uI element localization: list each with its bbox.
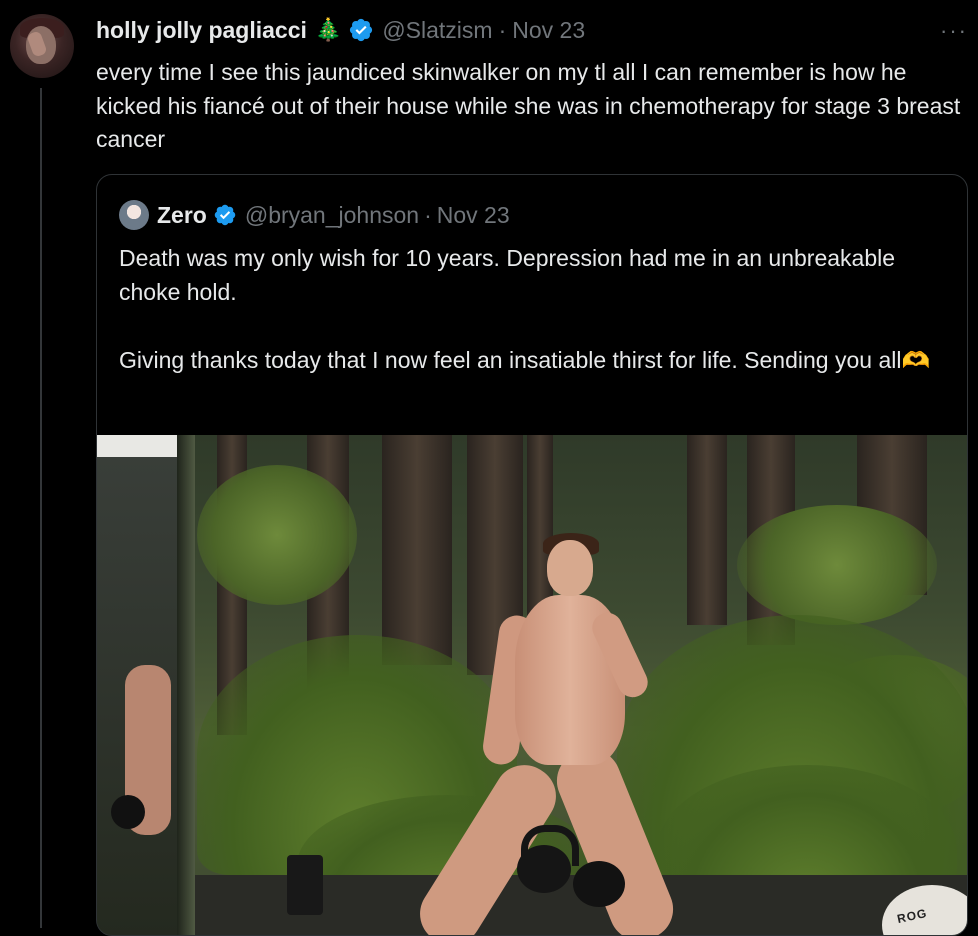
mirror-kettlebell <box>111 795 145 829</box>
quoted-tweet[interactable]: Zero @bryan_johnson · Nov 23 Death was m… <box>96 174 968 936</box>
separator-dot: · <box>498 16 507 43</box>
quoted-tweet-text: Death was my only wish for 10 years. Dep… <box>119 245 931 373</box>
author-handle[interactable]: @Slatzism <box>382 17 492 44</box>
tweet-article[interactable]: holly jolly pagliacci 🎄 @Slatzism · Nov … <box>0 0 978 936</box>
quoted-author-avatar[interactable] <box>119 200 149 230</box>
thread-line <box>40 88 42 928</box>
tree-trunk <box>687 435 727 625</box>
quoted-tweet-header: Zero @bryan_johnson · Nov 23 <box>119 199 510 231</box>
separator-dot: · <box>424 201 432 228</box>
moss <box>737 505 937 625</box>
ceiling <box>97 435 179 457</box>
tweet-header: holly jolly pagliacci 🎄 @Slatzism · Nov … <box>96 15 585 45</box>
tweet-text: every time I see this jaundiced skinwalk… <box>96 59 961 152</box>
quoted-tweet-date[interactable]: Nov 23 <box>437 202 510 229</box>
person-head <box>547 540 593 596</box>
weight-plates <box>287 855 323 915</box>
kettlebell <box>573 861 625 907</box>
mirror-edge <box>177 435 195 935</box>
quoted-tweet-image[interactable]: ROG <box>97 435 967 935</box>
author-avatar[interactable] <box>10 14 74 78</box>
verified-badge-icon[interactable] <box>348 17 374 43</box>
verified-badge-icon[interactable] <box>213 203 237 227</box>
tweet-date[interactable]: Nov 23 <box>512 17 585 44</box>
more-options-icon[interactable]: ··· <box>940 18 968 44</box>
tree-trunk <box>382 435 452 665</box>
name-emoji: 🎄 <box>314 17 343 42</box>
author-name[interactable]: holly jolly pagliacci <box>96 17 307 44</box>
moss <box>197 465 357 605</box>
kettlebell <box>517 845 571 893</box>
quoted-author-handle[interactable]: @bryan_johnson <box>245 202 419 229</box>
quoted-author-name[interactable]: Zero <box>157 202 207 229</box>
